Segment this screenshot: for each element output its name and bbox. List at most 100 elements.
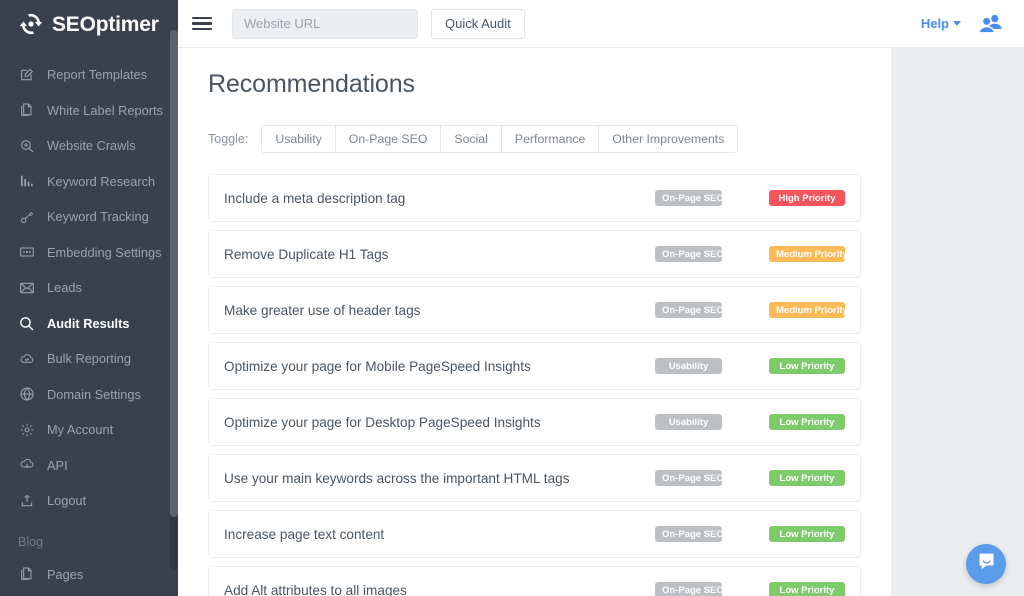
sidebar-item-label: Report Templates: [47, 67, 147, 82]
priority-badge: Low Priority: [769, 358, 845, 375]
sidebar-item-logout[interactable]: Logout: [0, 483, 178, 519]
toggle-button-group: Usability On-Page SEO Social Performance…: [261, 125, 738, 153]
key-icon: [18, 208, 35, 225]
sidebar-item-label: Leads: [47, 280, 82, 295]
category-badge: Usability: [655, 358, 722, 375]
users-icon[interactable]: [978, 11, 1004, 37]
recommendation-row[interactable]: Use your main keywords across the import…: [208, 454, 861, 502]
quick-audit-button[interactable]: Quick Audit: [431, 9, 525, 39]
category-badge: On-Page SEO: [655, 526, 722, 543]
sidebar-item-audit-results[interactable]: Audit Results: [0, 306, 178, 342]
toggle-usability[interactable]: Usability: [261, 125, 334, 153]
sidebar-item-label: Domain Settings: [47, 387, 141, 402]
sidebar-item-label: Logout: [47, 493, 86, 508]
sidebar: SEOptimer Report Templates White Label R…: [0, 0, 178, 596]
recommendation-row[interactable]: Optimize your page for Desktop PageSpeed…: [208, 398, 861, 446]
gear-icon: [18, 421, 35, 438]
category-badge: On-Page SEO: [655, 246, 722, 263]
page-title: Recommendations: [208, 48, 861, 99]
sidebar-item-website-crawls[interactable]: Website Crawls: [0, 128, 178, 164]
priority-badge: High Priority: [769, 190, 845, 207]
upload-box-icon: [18, 492, 35, 509]
recommendation-row[interactable]: Optimize your page for Mobile PageSpeed …: [208, 342, 861, 390]
envelope-icon: [18, 279, 35, 296]
chat-widget-button[interactable]: [966, 544, 1006, 584]
recommendation-row[interactable]: Include a meta description tag On-Page S…: [208, 174, 861, 222]
cloud-download-icon: [18, 457, 35, 474]
chat-bubble-smile-icon: [976, 551, 997, 577]
sidebar-item-label: API: [47, 458, 68, 473]
sidebar-nav: Report Templates White Label Reports Web…: [0, 48, 178, 592]
toggle-label: Toggle:: [208, 132, 248, 146]
sidebar-section-blog: Blog: [0, 519, 178, 557]
search-plus-icon: [18, 137, 35, 154]
hamburger-icon[interactable]: [192, 13, 214, 35]
main-area: Quick Audit Help Recommenda: [178, 0, 1024, 596]
priority-badge: Low Priority: [769, 526, 845, 543]
toggle-other-improvements[interactable]: Other Improvements: [598, 125, 738, 153]
category-badge: On-Page SEO: [655, 582, 722, 596]
embed-card-icon: [18, 244, 35, 261]
sidebar-item-domain-settings[interactable]: Domain Settings: [0, 377, 178, 413]
brand-logo[interactable]: SEOptimer: [0, 0, 178, 48]
category-badge: On-Page SEO: [655, 302, 722, 319]
bar-chart-icon: [18, 173, 35, 190]
topbar: Quick Audit Help: [178, 0, 1024, 48]
recommendation-row[interactable]: Remove Duplicate H1 Tags On-Page SEO Med…: [208, 230, 861, 278]
toggle-row: Toggle: Usability On-Page SEO Social Per…: [208, 125, 861, 153]
edit-square-icon: [18, 66, 35, 83]
recommendation-title: Remove Duplicate H1 Tags: [224, 247, 655, 262]
toggle-on-page-seo[interactable]: On-Page SEO: [335, 125, 441, 153]
recommendation-row[interactable]: Increase page text content On-Page SEO L…: [208, 510, 861, 558]
recommendation-row[interactable]: Add Alt attributes to all images On-Page…: [208, 566, 861, 596]
recommendation-title: Use your main keywords across the import…: [224, 471, 655, 486]
sidebar-item-label: Bulk Reporting: [47, 351, 131, 366]
category-badge: On-Page SEO: [655, 470, 722, 487]
sidebar-item-label: Keyword Research: [47, 174, 155, 189]
sidebar-item-api[interactable]: API: [0, 448, 178, 484]
priority-badge: Low Priority: [769, 470, 845, 487]
recommendation-title: Add Alt attributes to all images: [224, 583, 655, 596]
sidebar-item-keyword-tracking[interactable]: Keyword Tracking: [0, 199, 178, 235]
priority-badge: Medium Priority: [769, 302, 845, 319]
documents-icon: [18, 102, 35, 119]
priority-badge: Low Priority: [769, 582, 845, 596]
sidebar-item-keyword-research[interactable]: Keyword Research: [0, 164, 178, 200]
recommendation-title: Include a meta description tag: [224, 191, 655, 206]
globe-icon: [18, 386, 35, 403]
recommendations-list: Include a meta description tag On-Page S…: [208, 174, 861, 596]
toggle-performance[interactable]: Performance: [501, 125, 598, 153]
sidebar-item-embedding-settings[interactable]: Embedding Settings: [0, 235, 178, 271]
website-url-input[interactable]: [232, 9, 418, 39]
content-panel: Recommendations Toggle: Usability On-Pag…: [178, 48, 891, 596]
sidebar-scrollbar-thumb[interactable]: [170, 30, 178, 517]
recommendation-title: Optimize your page for Desktop PageSpeed…: [224, 415, 655, 430]
chevron-down-icon: [953, 21, 961, 26]
toggle-social[interactable]: Social: [440, 125, 501, 153]
app-root: SEOptimer Report Templates White Label R…: [0, 0, 1024, 596]
sidebar-item-label: Embedding Settings: [47, 245, 162, 260]
sidebar-item-label: Website Crawls: [47, 138, 136, 153]
cloud-icon: [18, 350, 35, 367]
sidebar-item-label: Keyword Tracking: [47, 209, 149, 224]
recommendation-row[interactable]: Make greater use of header tags On-Page …: [208, 286, 861, 334]
sidebar-item-report-templates[interactable]: Report Templates: [0, 57, 178, 93]
gear-refresh-icon: [18, 11, 44, 37]
priority-badge: Medium Priority: [769, 246, 845, 263]
magnifier-icon: [18, 315, 35, 332]
priority-badge: Low Priority: [769, 414, 845, 431]
documents-icon: [18, 566, 35, 583]
brand-name: SEOptimer: [52, 14, 159, 35]
sidebar-item-white-label-reports[interactable]: White Label Reports: [0, 93, 178, 129]
category-badge: Usability: [655, 414, 722, 431]
sidebar-item-label: Pages: [47, 567, 83, 582]
content-wrapper: Recommendations Toggle: Usability On-Pag…: [178, 48, 1024, 596]
sidebar-item-bulk-reporting[interactable]: Bulk Reporting: [0, 341, 178, 377]
sidebar-item-my-account[interactable]: My Account: [0, 412, 178, 448]
recommendation-title: Optimize your page for Mobile PageSpeed …: [224, 359, 655, 374]
sidebar-item-label: Audit Results: [47, 316, 129, 331]
help-menu[interactable]: Help: [921, 16, 961, 31]
sidebar-item-label: My Account: [47, 422, 113, 437]
sidebar-item-pages[interactable]: Pages: [0, 557, 178, 593]
sidebar-item-leads[interactable]: Leads: [0, 270, 178, 306]
